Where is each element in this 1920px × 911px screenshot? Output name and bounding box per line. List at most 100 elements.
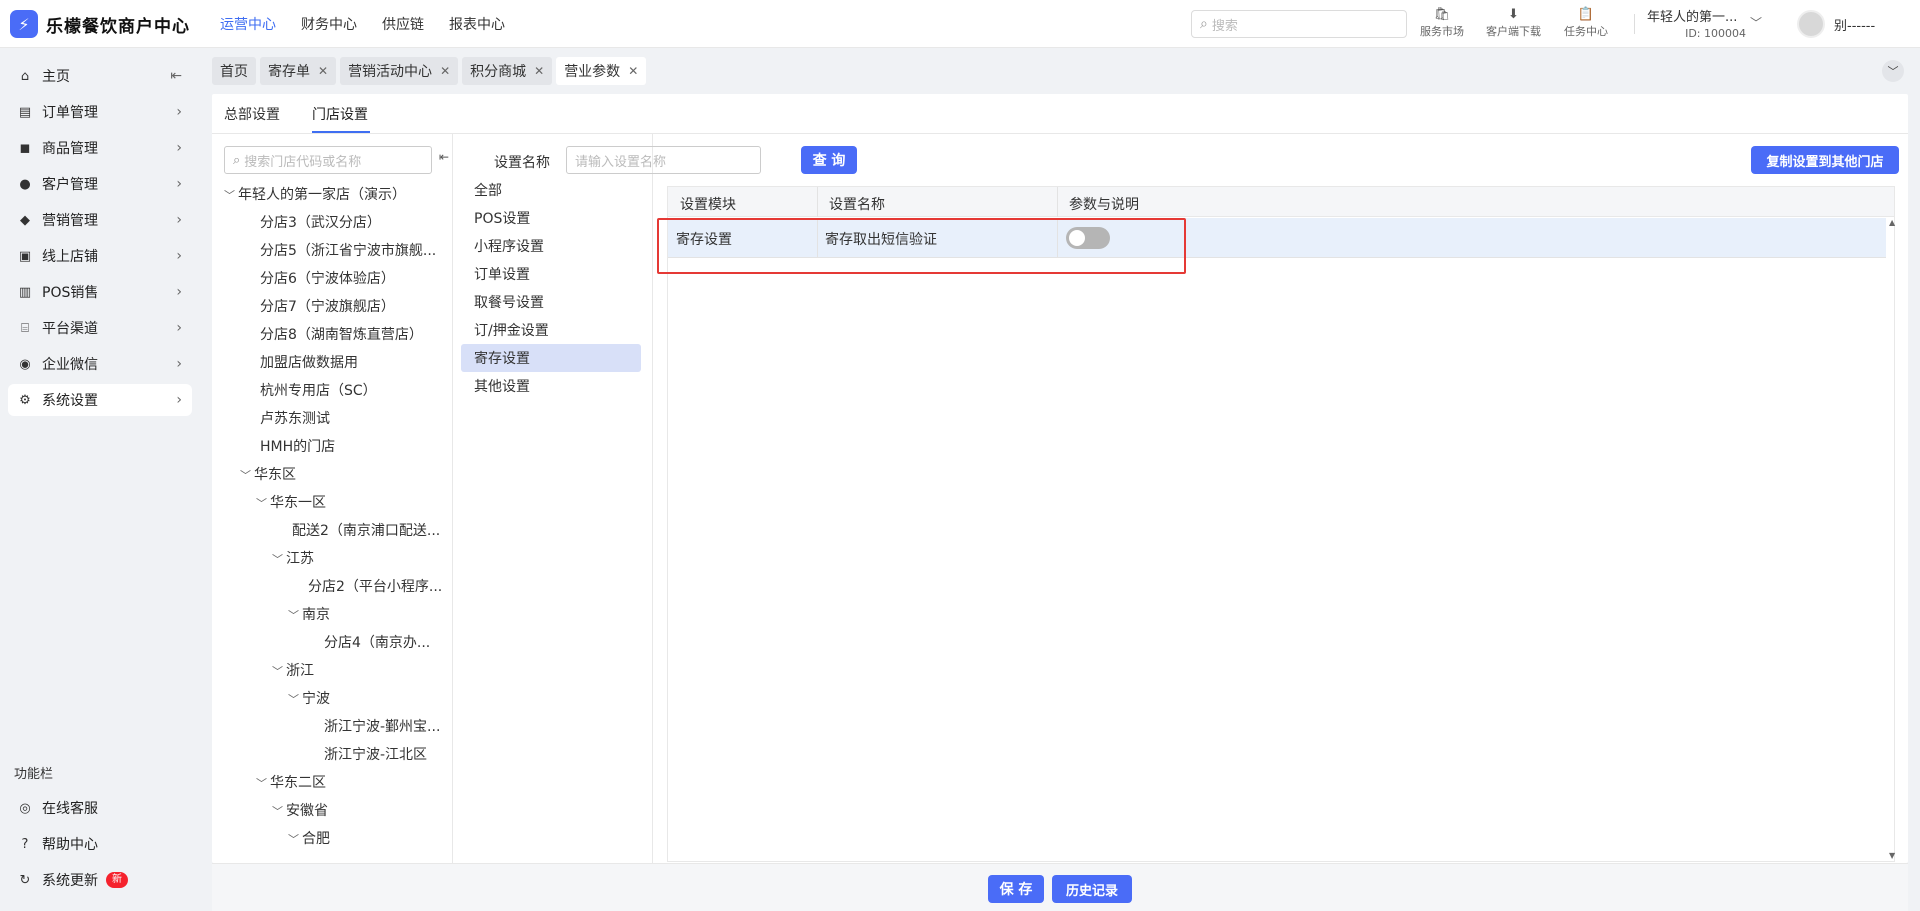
collapse-sidebar-icon[interactable]: ⇤ <box>170 68 182 84</box>
setting-name-input[interactable]: 请输入设置名称 <box>566 146 761 174</box>
user-name[interactable]: 别------ <box>1834 15 1875 34</box>
store-name: 年轻人的第一... <box>1647 10 1738 25</box>
chevron-down-icon[interactable]: ﹀ <box>240 467 254 483</box>
category-deposit[interactable]: 订/押金设置 <box>461 316 641 344</box>
tree-node[interactable]: 配送2（南京浦口配送... <box>292 520 440 540</box>
tree-node[interactable]: 卢苏东测试 <box>260 408 330 428</box>
tree-node[interactable]: 分店7（宁波旗舰店） <box>260 296 395 316</box>
tree-node[interactable]: ﹀ 江苏 <box>272 548 314 568</box>
sidebar-item-platform[interactable]: ⌸ 平台渠道 › <box>8 312 192 344</box>
sidebar-item-label: 订单管理 <box>42 105 98 121</box>
chevron-down-icon[interactable]: ﹀ <box>224 187 238 203</box>
tree-node[interactable]: HMH的门店 <box>260 436 335 456</box>
close-icon[interactable]: ✕ <box>628 64 638 78</box>
global-search-input[interactable]: ⌕ 搜索 <box>1191 10 1407 38</box>
tree-node-label: 华东二区 <box>270 775 326 791</box>
tree-node-label: 华东区 <box>254 467 296 483</box>
bank-icon: ⌸ <box>21 320 29 336</box>
tree-node[interactable]: ﹀ 南京 <box>288 604 330 624</box>
sidebar-item-pos[interactable]: ▥ POS销售 › <box>8 276 192 308</box>
sidebar-item-wecom[interactable]: ◉ 企业微信 › <box>8 348 192 380</box>
copy-settings-button[interactable]: 复制设置到其他门店 <box>1751 146 1899 174</box>
tree-node[interactable]: 分店4（南京办... <box>324 632 430 652</box>
tree-node[interactable]: ﹀ 浙江 <box>272 660 314 680</box>
sidebar-item-goods[interactable]: ◼ 商品管理 › <box>8 132 192 164</box>
sidebar-item-settings[interactable]: ⚙ 系统设置 › <box>8 384 192 416</box>
sidebar-item-online-store[interactable]: ▣ 线上店铺 › <box>8 240 192 272</box>
close-icon[interactable]: ✕ <box>534 64 544 78</box>
search-icon: ⌕ <box>233 152 241 168</box>
category-order[interactable]: 订单设置 <box>461 260 641 288</box>
pos-icon: ▥ <box>18 284 32 300</box>
tree-node[interactable]: 杭州专用店（SC） <box>260 380 377 400</box>
tab-home[interactable]: 首页 <box>212 57 256 85</box>
tab-business-params[interactable]: 营业参数 ✕ <box>556 57 647 85</box>
tab-storage-orders[interactable]: 寄存单 ✕ <box>260 57 337 85</box>
close-icon[interactable]: ✕ <box>440 64 450 78</box>
service-market-button[interactable]: 🛍 服务市场 <box>1420 7 1464 39</box>
tab-hq-settings[interactable]: 总部设置 <box>224 104 280 124</box>
sidebar-item-marketing[interactable]: ◆ 营销管理 › <box>8 204 192 236</box>
tree-node[interactable]: ﹀ 华东二区 <box>256 772 326 792</box>
close-icon[interactable]: ✕ <box>318 64 328 78</box>
category-all[interactable]: 全部 <box>461 176 641 204</box>
collapse-panel-icon[interactable]: ⇤ <box>439 150 449 164</box>
tree-node[interactable]: 分店6（宁波体验店） <box>260 268 395 288</box>
store-switcher[interactable]: 年轻人的第一... ID: 100004 ﹀ <box>1647 6 1762 40</box>
tree-node[interactable]: ﹀ 合肥 <box>288 828 330 848</box>
tree-node[interactable]: 分店3（武汉分店） <box>260 212 381 232</box>
sidebar-item-update[interactable]: ↻ 系统更新 新 <box>8 864 192 896</box>
chevron-down-icon[interactable]: ﹀ <box>288 831 302 847</box>
topnav-reports[interactable]: 报表中心 <box>449 14 505 34</box>
sidebar-item-customers[interactable]: ● 客户管理 › <box>8 168 192 200</box>
scroll-up-arrow-icon[interactable]: ▲ <box>1889 218 1895 227</box>
chevron-down-icon[interactable]: ﹀ <box>256 495 270 511</box>
topnav-operations[interactable]: 运营中心 <box>220 14 276 34</box>
topnav-finance[interactable]: 财务中心 <box>301 14 357 34</box>
chevron-down-icon[interactable]: ﹀ <box>288 607 302 623</box>
tab-marketing-center[interactable]: 营销活动中心 ✕ <box>340 57 459 85</box>
tab-points-mall[interactable]: 积分商城 ✕ <box>462 57 553 85</box>
scroll-down-arrow-icon[interactable]: ▼ <box>1889 851 1895 860</box>
sidebar-item-orders[interactable]: ▤ 订单管理 › <box>8 96 192 128</box>
sidebar-item-label: 系统设置 <box>42 393 98 409</box>
task-center-button[interactable]: 📋 任务中心 <box>1564 7 1608 39</box>
tree-node[interactable]: 分店2（平台小程序... <box>308 576 442 596</box>
chevron-down-icon[interactable]: ﹀ <box>256 775 270 791</box>
chevron-down-icon[interactable]: ﹀ <box>272 663 286 679</box>
category-pickup-number[interactable]: 取餐号设置 <box>461 288 641 316</box>
tree-node[interactable]: 分店5（浙江省宁波市旗舰... <box>260 240 436 260</box>
sidebar-item-online-support[interactable]: ◎ 在线客服 <box>8 792 192 824</box>
tree-node-label: 华东一区 <box>270 495 326 511</box>
app-logo[interactable]: ⚡ 乐檬餐饮商户中心 <box>10 10 190 38</box>
tabs-dropdown-icon[interactable]: ﹀ <box>1882 60 1904 82</box>
avatar[interactable] <box>1797 10 1825 38</box>
support-icon: ◎ <box>19 800 31 816</box>
tree-node[interactable]: ﹀ 华东一区 <box>256 492 326 512</box>
chevron-down-icon[interactable]: ﹀ <box>272 803 286 819</box>
tree-node[interactable]: 分店8（湖南智炼直营店） <box>260 324 423 344</box>
tree-node[interactable]: 浙江宁波-江北区 <box>324 744 427 764</box>
tab-store-settings[interactable]: 门店设置 <box>312 104 368 124</box>
tree-node[interactable]: 浙江宁波-鄞州宝... <box>324 716 440 736</box>
category-pos[interactable]: POS设置 <box>461 204 641 232</box>
topnav-supply-chain[interactable]: 供应链 <box>382 14 424 34</box>
tree-node[interactable]: ﹀ 年轻人的第一家店（演示） <box>224 184 406 204</box>
tree-node[interactable]: ﹀ 宁波 <box>288 688 330 708</box>
home-icon: ⌂ <box>20 68 30 84</box>
history-button[interactable]: 历史记录 <box>1052 875 1132 903</box>
sidebar-item-help[interactable]: ? 帮助中心 <box>8 828 192 860</box>
tree-node[interactable]: ﹀ 安徽省 <box>272 800 328 820</box>
category-mini-program[interactable]: 小程序设置 <box>461 232 641 260</box>
tree-node[interactable]: ﹀ 华东区 <box>240 464 296 484</box>
store-search-input[interactable]: ⌕ 搜索门店代码或名称 <box>224 146 432 174</box>
chevron-down-icon[interactable]: ﹀ <box>288 691 302 707</box>
sidebar-item-home[interactable]: ⌂ 主页 ⇤ <box>8 60 192 92</box>
category-other[interactable]: 其他设置 <box>461 372 641 400</box>
client-download-button[interactable]: ⬇ 客户端下载 <box>1486 7 1541 39</box>
tree-node[interactable]: 加盟店做数据用 <box>260 352 358 372</box>
category-storage[interactable]: 寄存设置 <box>461 344 641 372</box>
query-button[interactable]: 查 询 <box>801 146 857 174</box>
chevron-down-icon[interactable]: ﹀ <box>272 551 286 567</box>
save-button[interactable]: 保 存 <box>988 875 1044 903</box>
